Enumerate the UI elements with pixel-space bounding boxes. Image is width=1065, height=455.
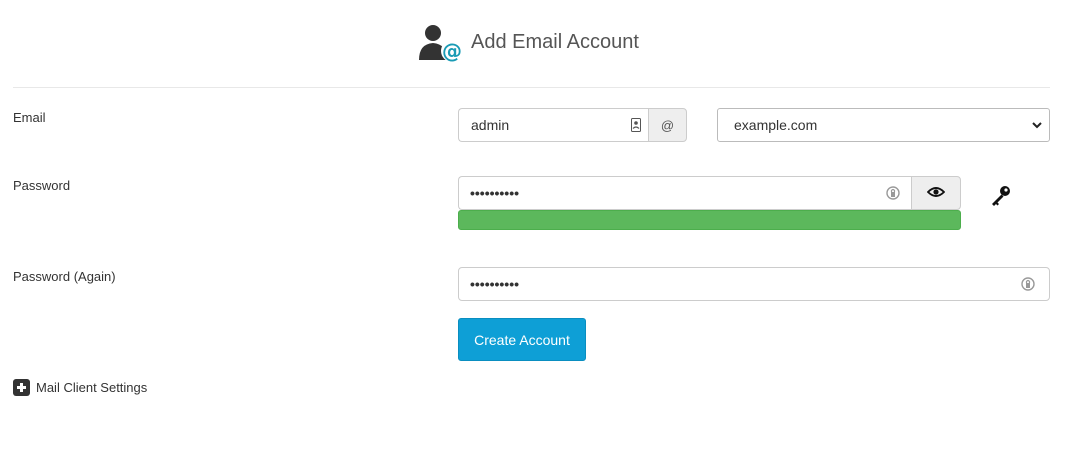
- password-input[interactable]: ••••••••••: [458, 176, 912, 210]
- password-again-masked-value: ••••••••••: [470, 276, 520, 292]
- password-generator-key-icon[interactable]: [990, 184, 1012, 211]
- mail-client-settings-toggle[interactable]: Mail Client Settings: [13, 379, 147, 396]
- add-email-account-page: @ Add Email Account Email admin @ exampl…: [0, 0, 1065, 455]
- page-title: Add Email Account: [471, 30, 639, 53]
- user-at-icon: @: [417, 22, 465, 64]
- at-addon: @: [648, 108, 687, 142]
- password-strength-bar: [458, 210, 961, 230]
- eye-icon: [926, 186, 946, 201]
- email-username-value: admin: [471, 117, 510, 133]
- page-header: @ Add Email Account: [417, 22, 639, 64]
- create-account-button[interactable]: Create Account: [458, 318, 586, 361]
- mail-client-settings-label: Mail Client Settings: [36, 380, 148, 395]
- password-label: Password: [13, 178, 71, 193]
- domain-selected-value: example.com: [734, 117, 818, 133]
- password-manager-icon[interactable]: [884, 184, 902, 202]
- chevron-down-icon: [1031, 118, 1043, 132]
- domain-select[interactable]: example.com: [717, 108, 1050, 142]
- contact-card-icon: [623, 118, 649, 132]
- email-username-input[interactable]: admin: [458, 108, 649, 142]
- password-again-label: Password (Again): [13, 269, 116, 284]
- header-divider: [13, 87, 1050, 88]
- password-again-input[interactable]: ••••••••••: [458, 267, 1050, 301]
- show-password-button[interactable]: [911, 176, 961, 210]
- password-masked-value: ••••••••••: [470, 185, 520, 201]
- email-label: Email: [13, 110, 46, 125]
- svg-text:@: @: [442, 39, 462, 63]
- plus-icon: [13, 379, 30, 396]
- password-manager-icon[interactable]: [1019, 275, 1037, 293]
